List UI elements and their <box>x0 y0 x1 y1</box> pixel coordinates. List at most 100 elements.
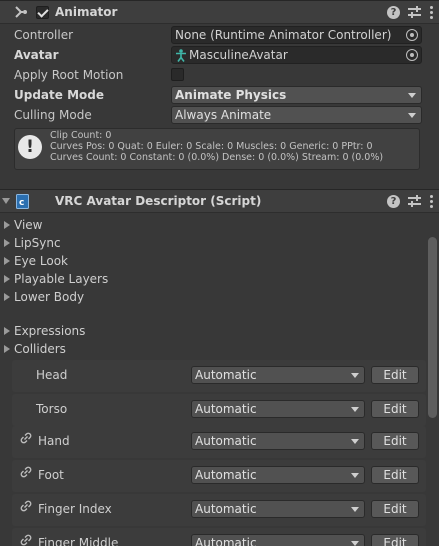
presets-icon[interactable] <box>408 195 421 207</box>
avatar-humanoid-icon <box>176 48 186 62</box>
more-options-icon[interactable] <box>429 194 433 208</box>
expand-arrow-icon <box>4 327 10 335</box>
expand-arrow-icon <box>4 345 10 353</box>
expand-arrow-icon <box>4 275 10 283</box>
foldout-expressions[interactable]: Expressions <box>4 322 85 340</box>
foldout-label: LipSync <box>14 236 61 250</box>
animator-title: Animator <box>55 5 118 19</box>
curves-pos-text: Curves Pos: 0 Quat: 0 Euler: 0 Scale: 0 … <box>50 141 373 152</box>
avatar-value: MasculineAvatar <box>189 48 288 62</box>
mirror-link-icon[interactable] <box>20 432 32 444</box>
foldout-lipsync[interactable]: LipSync <box>4 234 61 252</box>
foldout-label: View <box>14 218 43 232</box>
collider-mode-value: Automatic <box>195 434 257 448</box>
chevron-down-icon <box>351 439 359 444</box>
controller-label: Controller <box>14 28 74 42</box>
apply-root-motion-label: Apply Root Motion <box>14 68 124 82</box>
mirror-link-icon[interactable] <box>20 466 32 478</box>
object-picker-icon[interactable] <box>406 29 418 41</box>
collider-mode-value: Automatic <box>195 468 257 482</box>
collider-name: Finger Middle <box>38 536 119 546</box>
foldout-playable-layers[interactable]: Playable Layers <box>4 270 108 288</box>
collider-mode-dropdown[interactable]: Automatic <box>191 366 365 384</box>
chevron-down-icon <box>408 113 416 118</box>
update-mode-value: Animate Physics <box>175 88 287 102</box>
collider-name: Head <box>36 368 68 382</box>
expand-arrow-icon <box>4 257 10 265</box>
collider-mode-dropdown[interactable]: Automatic <box>191 466 365 484</box>
script-icon: c <box>16 194 29 209</box>
chevron-down-icon <box>351 541 359 546</box>
chevron-down-icon <box>408 93 416 98</box>
animator-component-icon <box>15 6 27 18</box>
apply-root-motion-row: Apply Root Motion <box>0 65 439 85</box>
update-mode-row: Update Mode Animate Physics <box>0 85 439 105</box>
avatar-row: Avatar MasculineAvatar <box>0 45 439 65</box>
foldout-label: Expressions <box>14 324 86 338</box>
chevron-down-icon <box>351 507 359 512</box>
presets-icon[interactable] <box>408 6 421 18</box>
descriptor-header[interactable]: c VRC Avatar Descriptor (Script) ? <box>0 189 439 213</box>
collider-row-hand: Hand Automatic Edit <box>12 426 426 458</box>
mirror-link-icon[interactable] <box>20 534 32 546</box>
avatar-field[interactable]: MasculineAvatar <box>171 46 422 64</box>
collider-row-torso: Torso Automatic Edit <box>12 394 426 426</box>
animator-header[interactable]: Animator ? <box>0 0 439 24</box>
culling-mode-dropdown[interactable]: Always Animate <box>171 106 422 124</box>
clip-count-text: Clip Count: 0 <box>50 130 112 141</box>
chevron-down-icon <box>351 373 359 378</box>
help-icon[interactable]: ? <box>387 5 400 19</box>
foldout-view[interactable]: View <box>4 216 42 234</box>
collider-mode-value: Automatic <box>195 502 257 516</box>
expand-arrow-icon <box>4 293 10 301</box>
collider-mode-value: Automatic <box>195 402 257 416</box>
help-icon[interactable]: ? <box>387 194 400 208</box>
collider-row-finger-index: Finger Index Automatic Edit <box>12 494 426 526</box>
foldout-lower-body[interactable]: Lower Body <box>4 288 84 306</box>
mirror-link-icon[interactable] <box>20 500 32 512</box>
collider-name: Finger Index <box>38 502 112 516</box>
chevron-down-icon <box>351 473 359 478</box>
animator-enabled-checkbox[interactable] <box>36 6 49 19</box>
info-exclamation-icon: ! <box>18 135 42 159</box>
chevron-down-icon <box>351 407 359 412</box>
edit-button[interactable]: Edit <box>371 466 419 484</box>
animator-info-text: Clip Count: 0 Curves Pos: 0 Quat: 0 Eule… <box>50 130 383 163</box>
foldout-label: Lower Body <box>14 290 85 304</box>
edit-button[interactable]: Edit <box>371 366 419 384</box>
culling-mode-label: Culling Mode <box>14 108 92 122</box>
controller-value: None (Runtime Animator Controller) <box>175 28 392 42</box>
more-options-icon[interactable] <box>429 5 433 19</box>
foldout-colliders[interactable]: Colliders <box>4 340 66 358</box>
foldout-eye-look[interactable]: Eye Look <box>4 252 68 270</box>
edit-button[interactable]: Edit <box>371 432 419 450</box>
descriptor-title: VRC Avatar Descriptor (Script) <box>55 194 262 208</box>
update-mode-dropdown[interactable]: Animate Physics <box>171 86 422 104</box>
collider-mode-dropdown[interactable]: Automatic <box>191 432 365 450</box>
controller-field[interactable]: None (Runtime Animator Controller) <box>171 26 422 44</box>
collapse-arrow-icon[interactable] <box>2 198 10 204</box>
svg-text:c: c <box>19 198 24 208</box>
update-mode-label: Update Mode <box>14 88 104 102</box>
controller-row: Controller None (Runtime Animator Contro… <box>0 25 439 45</box>
object-picker-icon[interactable] <box>406 49 418 61</box>
collider-name: Foot <box>38 468 64 482</box>
edit-button[interactable]: Edit <box>371 500 419 518</box>
edit-button[interactable]: Edit <box>371 534 419 546</box>
vertical-scrollbar[interactable] <box>428 237 437 418</box>
collider-name: Torso <box>36 402 68 416</box>
collider-mode-dropdown[interactable]: Automatic <box>191 500 365 518</box>
collider-mode-dropdown[interactable]: Automatic <box>191 534 365 546</box>
apply-root-motion-checkbox[interactable] <box>171 68 184 81</box>
collider-row-foot: Foot Automatic Edit <box>12 460 426 492</box>
curves-count-text: Curves Count: 0 Constant: 0 (0.0%) Dense… <box>50 152 384 163</box>
foldout-label: Colliders <box>14 342 66 356</box>
culling-mode-row: Culling Mode Always Animate <box>0 105 439 125</box>
expand-arrow-icon <box>4 239 10 247</box>
collider-mode-dropdown[interactable]: Automatic <box>191 400 365 418</box>
avatar-label: Avatar <box>14 48 59 62</box>
edit-button[interactable]: Edit <box>371 400 419 418</box>
culling-mode-value: Always Animate <box>175 108 272 122</box>
collider-mode-value: Automatic <box>195 536 257 546</box>
animator-info-box: ! Clip Count: 0 Curves Pos: 0 Quat: 0 Eu… <box>14 128 420 170</box>
